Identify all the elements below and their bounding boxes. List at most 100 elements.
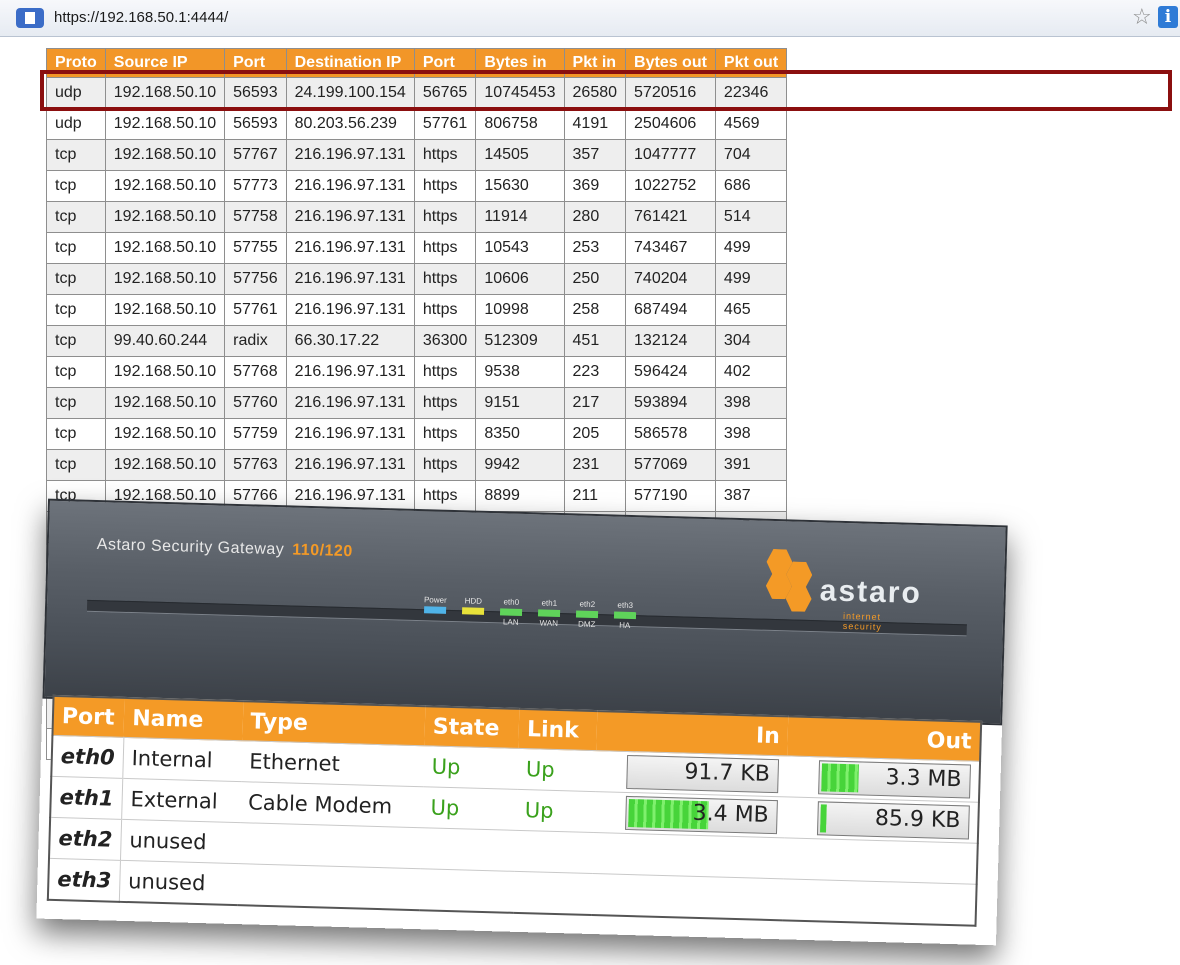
table-cell: 57767 (224, 139, 287, 171)
traffic-in-meter: 3.4 MB (625, 795, 779, 835)
table-cell: 10606 (475, 263, 565, 295)
table-cell: tcp (46, 232, 106, 264)
table-cell: 216.196.97.131 (285, 449, 415, 481)
traffic-out-value: 85.9 KB (874, 805, 961, 834)
led-light-icon (575, 610, 599, 619)
device-title: Astaro Security Gateway 110/120 (97, 536, 353, 561)
table-cell: 132124 (625, 325, 716, 357)
led-indicator: Power (423, 595, 448, 625)
table-cell: 80.203.56.239 (285, 108, 415, 140)
traffic-in-value: 91.7 KB (684, 759, 771, 787)
interface-type (238, 822, 422, 869)
table-cell: tcp (46, 387, 106, 419)
interface-state: Up (423, 745, 519, 790)
table-cell: tcp (46, 449, 106, 481)
interface-port: eth1 (50, 776, 123, 820)
table-row: tcp 192.168.50.10 57758 216.196.97.131 https… (46, 201, 788, 233)
table-cell: 9538 (475, 356, 565, 388)
interface-name: unused (120, 819, 240, 864)
device-title-text: Astaro Security Gateway (96, 536, 285, 559)
interface-out-cell (782, 878, 977, 926)
traffic-in-meter: 91.7 KB (626, 754, 780, 794)
led-indicator: eth3 HA (613, 601, 638, 631)
table-cell: 740204 (625, 263, 716, 295)
table-cell: 1022752 (625, 170, 716, 202)
table-cell: https (413, 201, 477, 233)
interface-type: Ethernet (240, 740, 425, 787)
traffic-in-bar (629, 758, 631, 787)
led-light-icon (461, 607, 485, 615)
table-cell: 253 (563, 232, 627, 264)
table-row: tcp 192.168.50.10 57755 216.196.97.131 https… (46, 232, 788, 264)
interfaces-column-header: In (595, 711, 789, 756)
table-cell: https (413, 170, 477, 202)
table-cell: tcp (46, 170, 106, 202)
table-cell: 2504606 (625, 108, 716, 140)
table-row: udp 192.168.50.10 56593 80.203.56.239 57761 8… (46, 108, 788, 140)
table-cell: 192.168.50.10 (104, 449, 226, 481)
table-cell: 369 (563, 170, 627, 202)
interface-in-cell (591, 873, 784, 921)
interfaces-column-header: Type (241, 701, 426, 746)
interface-link: Up (516, 789, 595, 833)
site-identity-icon[interactable] (16, 8, 44, 28)
table-cell: 57773 (224, 170, 287, 202)
device-front: Astaro Security Gateway 110/120 Power HDD e… (42, 498, 1008, 726)
table-cell: 596424 (625, 356, 716, 388)
url-field[interactable]: https://192.168.50.1:4444/ (54, 9, 228, 26)
interface-type (237, 863, 421, 911)
table-cell: tcp (46, 418, 106, 450)
table-cell: 192.168.50.10 (104, 294, 226, 326)
star-icon[interactable]: ☆ (1132, 5, 1152, 30)
table-row: tcp 99.40.60.244 radix 66.30.17.22 36300 5123… (46, 325, 788, 357)
table-cell: 223 (563, 356, 627, 388)
table-cell: 499 (714, 232, 788, 264)
table-row: tcp 192.168.50.10 57763 216.196.97.131 https… (46, 449, 788, 481)
table-cell: 57760 (224, 387, 287, 419)
table-cell: 9942 (475, 449, 565, 481)
table-cell: 465 (714, 294, 788, 326)
table-cell: https (413, 480, 477, 512)
table-cell: 806758 (475, 108, 565, 140)
interface-name: Internal (122, 737, 242, 782)
table-row: tcp 192.168.50.10 57759 216.196.97.131 https… (46, 418, 788, 450)
traffic-out-value: 3.3 MB (885, 765, 962, 793)
table-cell: 4569 (714, 108, 788, 140)
table-cell: 687494 (625, 294, 716, 326)
table-cell: tcp (46, 356, 106, 388)
table-cell: 8350 (475, 418, 565, 450)
interface-port: eth2 (49, 817, 122, 861)
led-label: eth0 (503, 597, 520, 607)
led-label: Power (423, 595, 447, 605)
table-cell: 56593 (224, 108, 287, 140)
table-cell: 514 (714, 201, 788, 233)
table-cell: 704 (714, 139, 788, 171)
table-cell: https (413, 294, 477, 326)
table-cell: https (413, 449, 477, 481)
led-sublabel: DMZ (577, 619, 596, 630)
table-cell: 57761 (224, 294, 287, 326)
interface-link (513, 871, 593, 916)
table-cell: 216.196.97.131 (285, 139, 415, 171)
table-cell: 36300 (413, 325, 477, 357)
table-row: tcp 192.168.50.10 57767 216.196.97.131 https… (46, 139, 788, 171)
table-cell: 216.196.97.131 (285, 263, 415, 295)
table-cell: 57756 (224, 263, 287, 295)
table-cell: 57763 (224, 449, 287, 481)
table-cell: 8899 (475, 480, 565, 512)
table-cell: tcp (46, 325, 106, 357)
table-cell: 192.168.50.10 (104, 356, 226, 388)
table-cell: 192.168.50.10 (104, 108, 226, 140)
brand-tagline: internet security (842, 610, 882, 633)
info-icon[interactable]: i (1158, 6, 1178, 28)
table-cell: https (413, 418, 477, 450)
led-label: eth1 (541, 598, 558, 608)
table-cell: tcp (46, 139, 106, 171)
table-cell: 593894 (625, 387, 716, 419)
table-cell: 250 (563, 263, 627, 295)
table-cell: 216.196.97.131 (285, 387, 415, 419)
led-indicator: eth1 WAN (537, 598, 562, 628)
table-cell: 586578 (625, 418, 716, 450)
interfaces-column-header: Out (787, 716, 982, 762)
table-cell: 10543 (475, 232, 565, 264)
